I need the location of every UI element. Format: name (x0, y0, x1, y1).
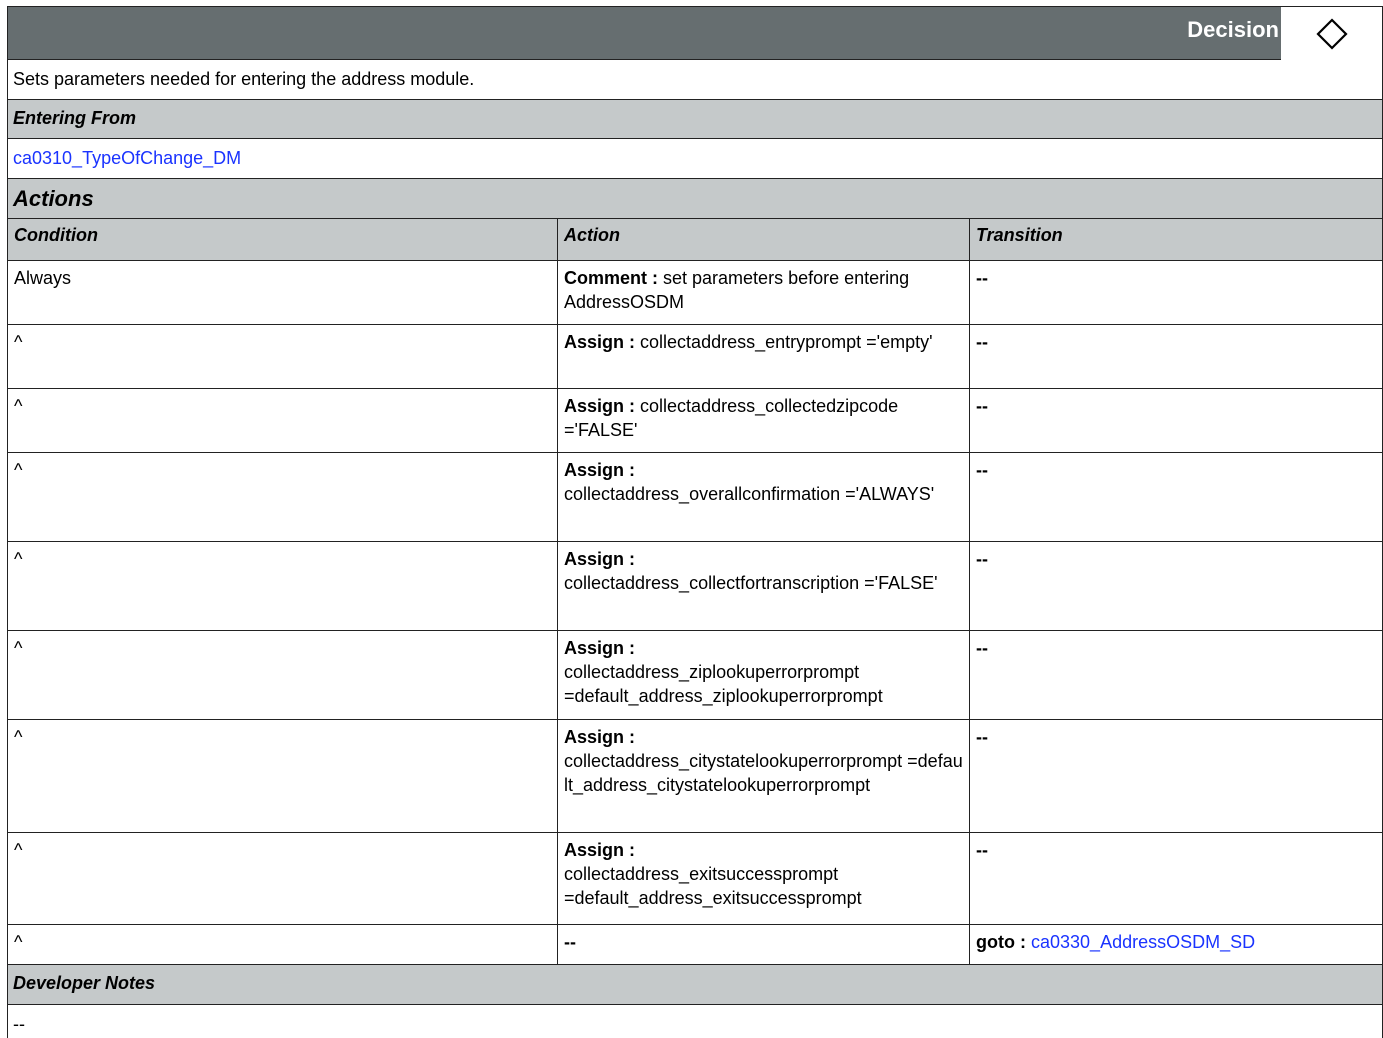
column-header-condition: Condition (14, 225, 98, 245)
column-header-transition: Transition (976, 225, 1063, 245)
table-row: ^ Assign : collectaddress_collectfortrans… (7, 542, 1383, 631)
condition-cell: ^ (14, 549, 23, 569)
table-row: ^ Assign : collectaddress_entryprompt ='… (7, 325, 1383, 389)
action-cell: Assign : collectaddress_ziplookuperrorpro… (564, 636, 965, 708)
action-key: Assign : (564, 549, 636, 569)
developer-notes-row: -- (7, 1005, 1383, 1038)
entering-from-link[interactable]: ca0310_TypeOfChange_DM (13, 148, 241, 169)
action-key: Comment : (564, 268, 658, 288)
developer-notes-section: Developer Notes (7, 965, 1383, 1005)
table-row: ^ Assign : collectaddress_exitsuccessprom… (7, 833, 1383, 925)
action-cell: -- (564, 932, 576, 952)
action-cell: Assign : collectaddress_collectfortranscr… (564, 547, 965, 595)
transition-cell: -- (976, 268, 988, 288)
action-cell: Assign : collectaddress_exitsuccessprompt… (564, 838, 965, 910)
transition-cell: -- (976, 460, 988, 480)
diamond-icon (1315, 17, 1348, 50)
transition-link[interactable]: ca0330_AddressOSDM_SD (1031, 932, 1255, 952)
action-text: collectaddress_collectfortranscription =… (564, 573, 938, 593)
condition-cell: ^ (14, 932, 23, 952)
action-cell: Assign : collectaddress_collectedzipcode… (564, 394, 965, 442)
table-row: ^ Assign : collectaddress_collectedzipco… (7, 389, 1383, 453)
action-text: collectaddress_overallconfirmation ='ALW… (564, 484, 935, 504)
condition-cell: Always (14, 268, 72, 288)
entering-from-section: Entering From (7, 100, 1383, 139)
actions-section: Actions (7, 179, 1383, 219)
condition-cell: ^ (14, 332, 23, 352)
transition-cell: -- (976, 396, 988, 416)
action-cell: Assign : collectaddress_citystatelookuper… (564, 725, 965, 797)
action-key: Assign : (564, 460, 636, 480)
entering-from-row: ca0310_TypeOfChange_DM (7, 139, 1383, 179)
table-row: Always Comment : set parameters before e… (7, 261, 1383, 325)
condition-cell: ^ (14, 840, 23, 860)
action-key: Assign : (564, 332, 636, 352)
action-text: collectaddress_citystatelookuperrorpromp… (564, 751, 963, 795)
table-row: ^ Assign : collectaddress_ziplookuperrorp… (7, 631, 1383, 720)
transition-cell: -- (976, 727, 988, 747)
column-header-action: Action (564, 225, 620, 245)
action-key: Assign : (564, 727, 636, 747)
diamond-icon-box (1281, 7, 1382, 60)
header-title: Decision (1187, 17, 1279, 42)
action-cell: Assign : collectaddress_entryprompt ='em… (564, 330, 965, 354)
decision-header: Decision (7, 6, 1383, 60)
action-text: collectaddress_entryprompt ='empty' (640, 332, 933, 352)
developer-notes-text: -- (13, 1014, 25, 1034)
action-cell: Assign : collectaddress_overallconfirmati… (564, 458, 965, 506)
action-key: Assign : (564, 396, 636, 416)
condition-cell: ^ (14, 638, 23, 658)
table-row: ^ -- goto : ca0330_AddressOSDM_SD (7, 925, 1383, 965)
action-text: collectaddress_exitsuccessprompt =defaul… (564, 864, 862, 908)
transition-cell: -- (976, 840, 988, 860)
actions-label: Actions (13, 186, 94, 211)
table-row: ^ Assign : collectaddress_citystatelookup… (7, 720, 1383, 833)
transition-cell: -- (976, 638, 988, 658)
condition-cell: ^ (14, 727, 23, 747)
transition-cell: goto : ca0330_AddressOSDM_SD (976, 930, 1380, 954)
developer-notes-label: Developer Notes (13, 973, 156, 993)
action-text: collectaddress_ziplookuperrorprompt =def… (564, 662, 883, 706)
condition-cell: ^ (14, 396, 23, 416)
description-row: Sets parameters needed for entering the … (7, 60, 1383, 100)
table-row: ^ Assign : collectaddress_overallconfirma… (7, 453, 1383, 542)
transition-key: goto : (976, 932, 1026, 952)
actions-column-headers: Condition Action Transition (7, 219, 1383, 261)
action-key: Assign : (564, 840, 636, 860)
condition-cell: ^ (14, 460, 23, 480)
decision-page: Decision Sets parameters needed for ente… (0, 0, 1383, 1038)
action-key: Assign : (564, 638, 636, 658)
action-cell: Comment : set parameters before entering… (564, 266, 965, 314)
transition-cell: -- (976, 549, 988, 569)
entering-from-label: Entering From (13, 108, 137, 128)
transition-cell: -- (976, 332, 988, 352)
description-text: Sets parameters needed for entering the … (13, 69, 475, 89)
